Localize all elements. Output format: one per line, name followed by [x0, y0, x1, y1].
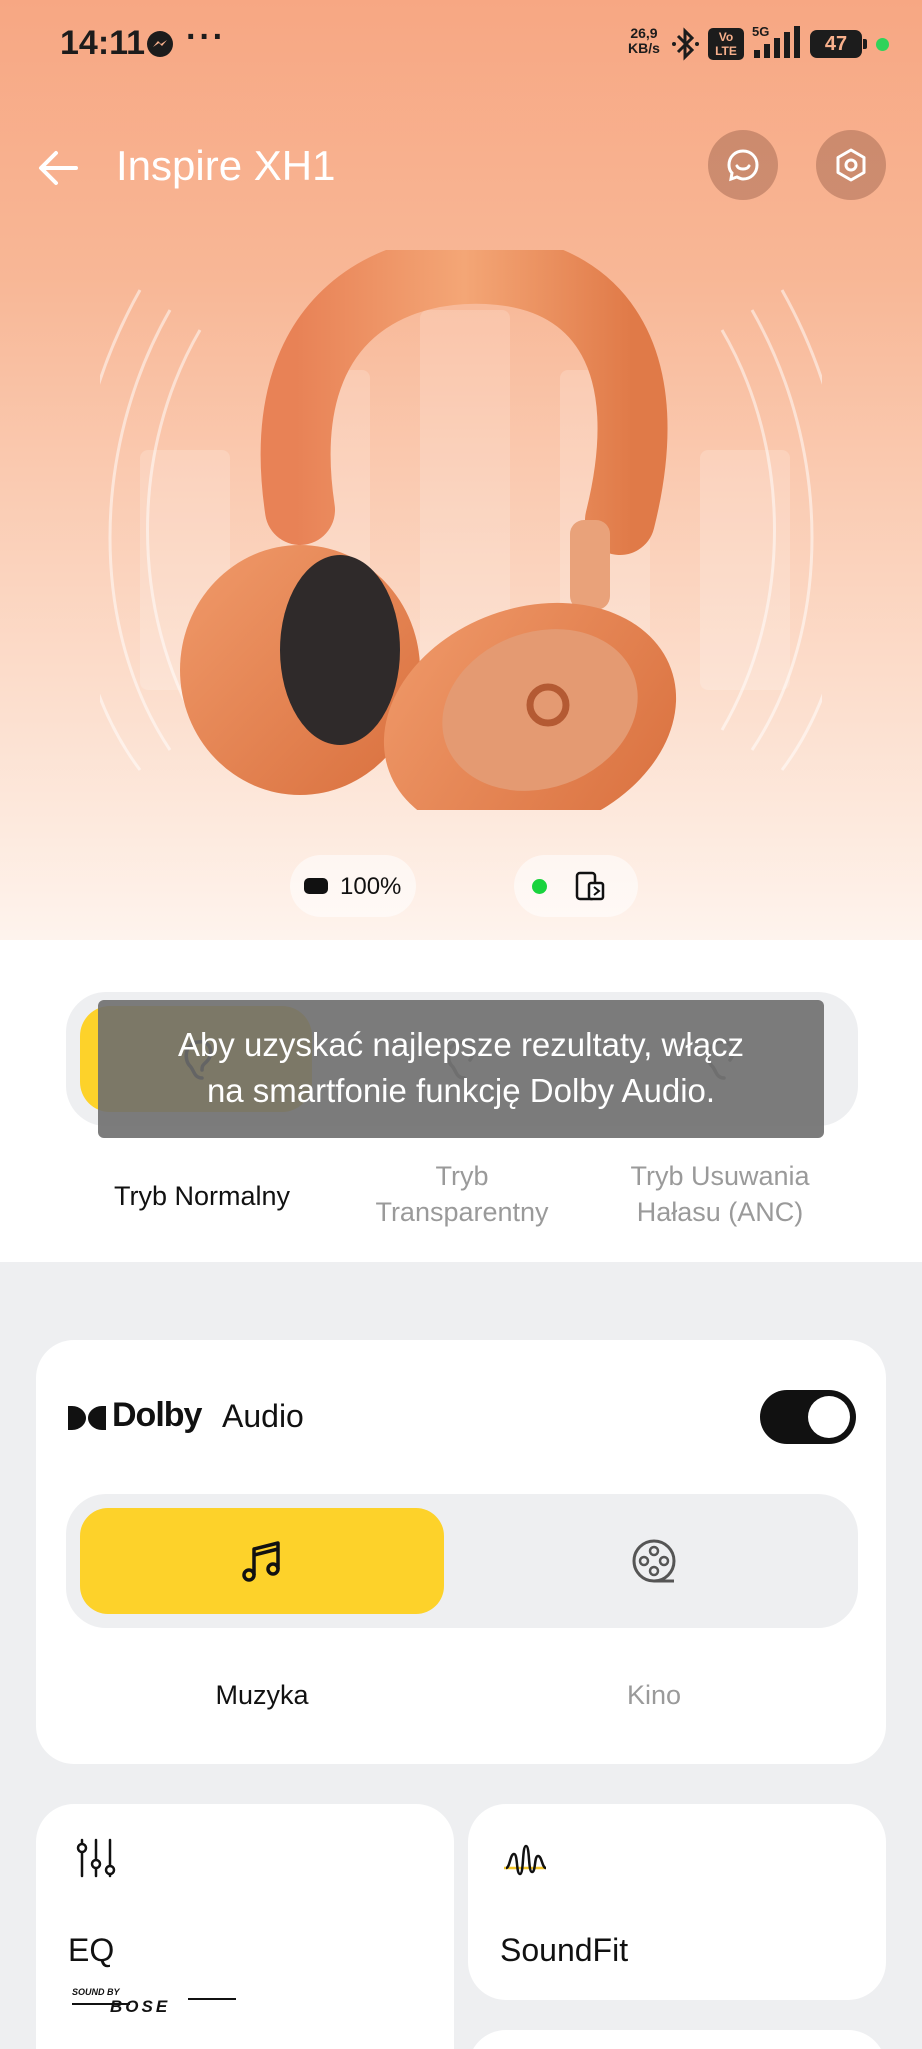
mode-normal-label[interactable]: Tryb Normalny	[86, 1178, 318, 1214]
mode-anc-text-1: Tryb Usuwania	[630, 1161, 810, 1191]
mode-transparent-text-1: Tryb	[435, 1161, 489, 1191]
page-title: Inspire XH1	[116, 142, 336, 189]
bluetooth-icon	[672, 27, 699, 61]
more-feature-card[interactable]	[468, 2030, 886, 2049]
toast-line-2: na smartfonie funkcję Dolby Audio.	[206, 1072, 716, 1109]
mode-anc-text-2: Hałasu (ANC)	[636, 1197, 804, 1227]
net-speed-unit: KB/s	[628, 40, 660, 56]
dolby-cinema-label[interactable]: Kino	[472, 1680, 836, 1711]
settings-icon	[836, 148, 866, 182]
toggle-knob	[808, 1396, 850, 1438]
mode-transparent-label[interactable]: Tryb Transparentny	[346, 1158, 578, 1230]
dolby-audio-title: Audio	[222, 1398, 304, 1434]
headphones-image	[100, 250, 822, 810]
connected-status-dot	[532, 879, 547, 894]
soundfit-waveform-icon	[504, 1844, 547, 1876]
device-connection-icon	[575, 871, 605, 901]
connection-pill[interactable]	[514, 855, 638, 917]
volte-top: Vo	[718, 30, 734, 44]
svg-text:5G: 5G	[752, 24, 769, 39]
device-battery-pill: 100%	[290, 855, 416, 917]
mode-anc-label[interactable]: Tryb Usuwania Hałasu (ANC)	[604, 1158, 836, 1230]
sound-by-bose-logo: SOUND BY BOSE	[72, 1987, 236, 2016]
mode-normal-text: Tryb Normalny	[113, 1181, 291, 1211]
dolby-brand: Dolby	[112, 1396, 202, 1434]
net-speed-value: 26,9	[630, 25, 658, 41]
film-reel-icon	[632, 1539, 676, 1583]
volte-badge: Vo LTE	[708, 28, 744, 60]
support-chat-button[interactable]	[708, 130, 778, 200]
soundfit-card[interactable]	[468, 1804, 886, 2000]
dolby-toast-message: Aby uzyskać najlepsze rezultaty, włącz n…	[98, 1000, 824, 1138]
support-chat-icon	[727, 149, 759, 182]
volte-bottom: LTE	[715, 44, 737, 58]
device-battery-level: 100%	[340, 873, 402, 900]
dolby-cinema-button[interactable]	[628, 1535, 680, 1587]
eq-label: EQ	[68, 1932, 115, 1968]
privacy-dot	[876, 38, 889, 51]
mode-transparent-text-2: Transparentny	[375, 1197, 549, 1227]
toast-line-1: Aby uzyskać najlepsze rezultaty, włącz	[177, 1026, 745, 1063]
settings-button[interactable]	[816, 130, 886, 200]
svg-text:SOUND BY: SOUND BY	[72, 1987, 121, 1997]
battery-icon	[304, 878, 328, 894]
dolby-music-label[interactable]: Muzyka	[80, 1680, 444, 1711]
net-speed: 26,9 KB/s	[628, 26, 660, 56]
messenger-icon	[147, 31, 173, 57]
svg-text:BOSE: BOSE	[110, 1997, 170, 2016]
status-time: 14:11	[60, 24, 146, 62]
dolby-audio-toggle[interactable]	[760, 1390, 856, 1444]
back-arrow-icon[interactable]	[32, 142, 84, 194]
music-note-icon	[242, 1541, 280, 1582]
dolby-logo-icon	[68, 1406, 106, 1430]
phone-battery: 47	[810, 30, 867, 58]
soundfit-label: SoundFit	[500, 1932, 629, 1968]
status-bar: 14:11 ··· 26,9 KB/s Vo LTE 5G 47	[0, 0, 922, 88]
status-more-dots: ···	[186, 18, 226, 56]
equalizer-icon	[76, 1838, 116, 1878]
signal-icon: 5G	[752, 24, 800, 58]
